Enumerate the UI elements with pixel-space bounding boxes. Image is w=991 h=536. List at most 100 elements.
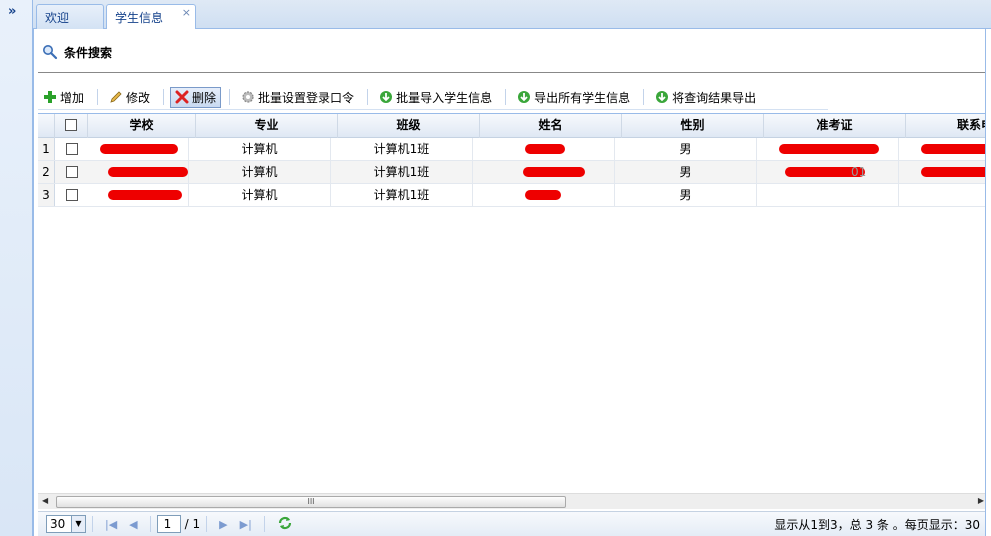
phone-cell <box>899 161 988 183</box>
edit-label: 修改 <box>126 90 151 105</box>
name-cell <box>473 161 615 183</box>
toolbar-separator <box>163 89 165 105</box>
redaction-mark <box>921 167 988 177</box>
tab-bar: 欢迎 学生信息 × <box>33 0 991 30</box>
scroll-right-icon[interactable]: ▶ <box>978 496 984 505</box>
pencil-icon <box>109 90 123 104</box>
student-grid: 学校 专业 班级 姓名 性别 准考证 联系电 1 计算机 计算机1班 男 2 计… <box>38 113 988 493</box>
class-cell: 计算机1班 <box>331 184 473 206</box>
column-header-class[interactable]: 班级 <box>338 114 480 138</box>
redaction-mark <box>100 144 178 154</box>
first-page-icon[interactable]: |◀ <box>105 518 117 531</box>
close-icon[interactable]: × <box>182 6 191 19</box>
column-header-gender[interactable]: 性别 <box>622 114 764 138</box>
toolbar-separator <box>505 89 507 105</box>
table-row[interactable]: 3 计算机 计算机1班 男 <box>38 184 988 207</box>
table-row[interactable]: 2 计算机 计算机1班 男 01 <box>38 161 988 184</box>
ticket-cell: 01 <box>757 161 899 183</box>
redaction-mark <box>921 144 988 154</box>
school-cell <box>88 138 189 160</box>
major-cell: 计算机 <box>189 138 331 160</box>
delete-button[interactable]: 删除 <box>170 86 222 108</box>
column-header-major[interactable]: 专业 <box>196 114 338 138</box>
student-info-panel: 条件搜索 增加 修改 删除 批量设置登录口令 批量导入学生信息 导出所有学生信息… <box>33 29 991 536</box>
export-all-button[interactable]: 导出所有学生信息 <box>512 87 635 108</box>
prev-page-icon[interactable]: ◀ <box>129 518 137 531</box>
gear-icon <box>241 90 255 104</box>
pager-separator <box>149 516 151 532</box>
refresh-icon[interactable] <box>277 515 293 534</box>
last-page-icon[interactable]: ▶| <box>240 518 252 531</box>
batch-import-label: 批量导入学生信息 <box>396 90 493 105</box>
gender-cell: 男 <box>615 184 757 206</box>
pager-separator <box>263 516 265 532</box>
column-header-school[interactable]: 学校 <box>88 114 196 138</box>
select-all-checkbox[interactable] <box>55 114 88 138</box>
scrollbar-thumb[interactable]: III <box>56 496 566 508</box>
row-checkbox[interactable] <box>55 138 88 160</box>
row-number: 2 <box>38 161 55 183</box>
toolbar: 增加 修改 删除 批量设置登录口令 批量导入学生信息 导出所有学生信息 将查询结… <box>38 85 828 110</box>
add-button[interactable]: 增加 <box>38 87 89 108</box>
tab-student-info[interactable]: 学生信息 × <box>106 4 196 30</box>
export-query-label: 将查询结果导出 <box>672 90 757 105</box>
major-cell: 计算机 <box>189 161 331 183</box>
column-header-phone[interactable]: 联系电 <box>906 114 988 138</box>
redaction-mark <box>525 144 565 154</box>
row-number: 1 <box>38 138 55 160</box>
green-arrow-icon <box>517 90 531 104</box>
horizontal-scrollbar[interactable]: ◀ III ▶ <box>38 493 988 509</box>
redaction-mark <box>108 190 182 200</box>
redaction-mark <box>525 190 561 200</box>
pager-separator <box>206 516 208 532</box>
toolbar-separator <box>229 89 231 105</box>
ticket-cell <box>757 138 899 160</box>
dropdown-arrow-icon[interactable]: ▼ <box>71 516 85 532</box>
page-number-input[interactable]: 1 <box>156 515 181 533</box>
name-cell <box>473 138 615 160</box>
table-row[interactable]: 1 计算机 计算机1班 男 <box>38 138 988 161</box>
toolbar-separator <box>367 89 369 105</box>
export-all-label: 导出所有学生信息 <box>534 90 631 105</box>
toolbar-separator <box>97 89 99 105</box>
search-title: 条件搜索 <box>64 45 113 60</box>
row-checkbox[interactable] <box>55 161 88 183</box>
page-size-select[interactable]: 30 ▼ <box>46 515 86 533</box>
grid-header: 学校 专业 班级 姓名 性别 准考证 联系电 <box>38 114 988 138</box>
major-cell: 计算机 <box>189 184 331 206</box>
batch-set-password-label: 批量设置登录口令 <box>258 90 355 105</box>
search-header[interactable]: 条件搜索 <box>42 41 112 63</box>
column-header-name[interactable]: 姓名 <box>480 114 622 138</box>
redaction-mark <box>523 167 585 177</box>
pager-info: 显示从1到3，总 3 条 。每页显示：30 <box>774 517 980 532</box>
add-label: 增加 <box>60 90 85 105</box>
class-cell: 计算机1班 <box>331 161 473 183</box>
pagination-bar: 30 ▼ |◀ ◀ 1 / 1 ▶ ▶| 显示从1到3，总 3 条 。每页显示：… <box>38 511 988 536</box>
scroll-left-icon[interactable]: ◀ <box>42 496 48 505</box>
tab-welcome[interactable]: 欢迎 <box>36 4 104 29</box>
name-cell <box>473 184 615 206</box>
next-page-icon[interactable]: ▶ <box>219 518 227 531</box>
green-arrow-icon <box>655 90 669 104</box>
batch-set-password-button[interactable]: 批量设置登录口令 <box>236 87 359 108</box>
expand-sidebar-button[interactable]: » <box>8 5 16 19</box>
school-cell <box>88 184 189 206</box>
edit-button[interactable]: 修改 <box>104 87 155 108</box>
delete-label: 删除 <box>192 90 217 105</box>
green-arrow-icon <box>379 90 393 104</box>
redaction-mark <box>779 144 879 154</box>
page-size-value: 30 <box>50 517 66 531</box>
column-header-ticket[interactable]: 准考证 <box>764 114 906 138</box>
tab-label: 欢迎 <box>45 11 70 25</box>
panel-right-border <box>985 29 991 536</box>
tab-label: 学生信息 <box>115 11 164 25</box>
ticket-cell <box>757 184 899 206</box>
school-cell <box>88 161 189 183</box>
redaction-mark <box>108 167 188 177</box>
phone-cell <box>899 184 988 206</box>
ticket-suffix: 01 <box>851 165 867 179</box>
row-checkbox[interactable] <box>55 184 88 206</box>
export-query-button[interactable]: 将查询结果导出 <box>650 87 761 108</box>
divider <box>38 72 988 73</box>
batch-import-button[interactable]: 批量导入学生信息 <box>374 87 497 108</box>
